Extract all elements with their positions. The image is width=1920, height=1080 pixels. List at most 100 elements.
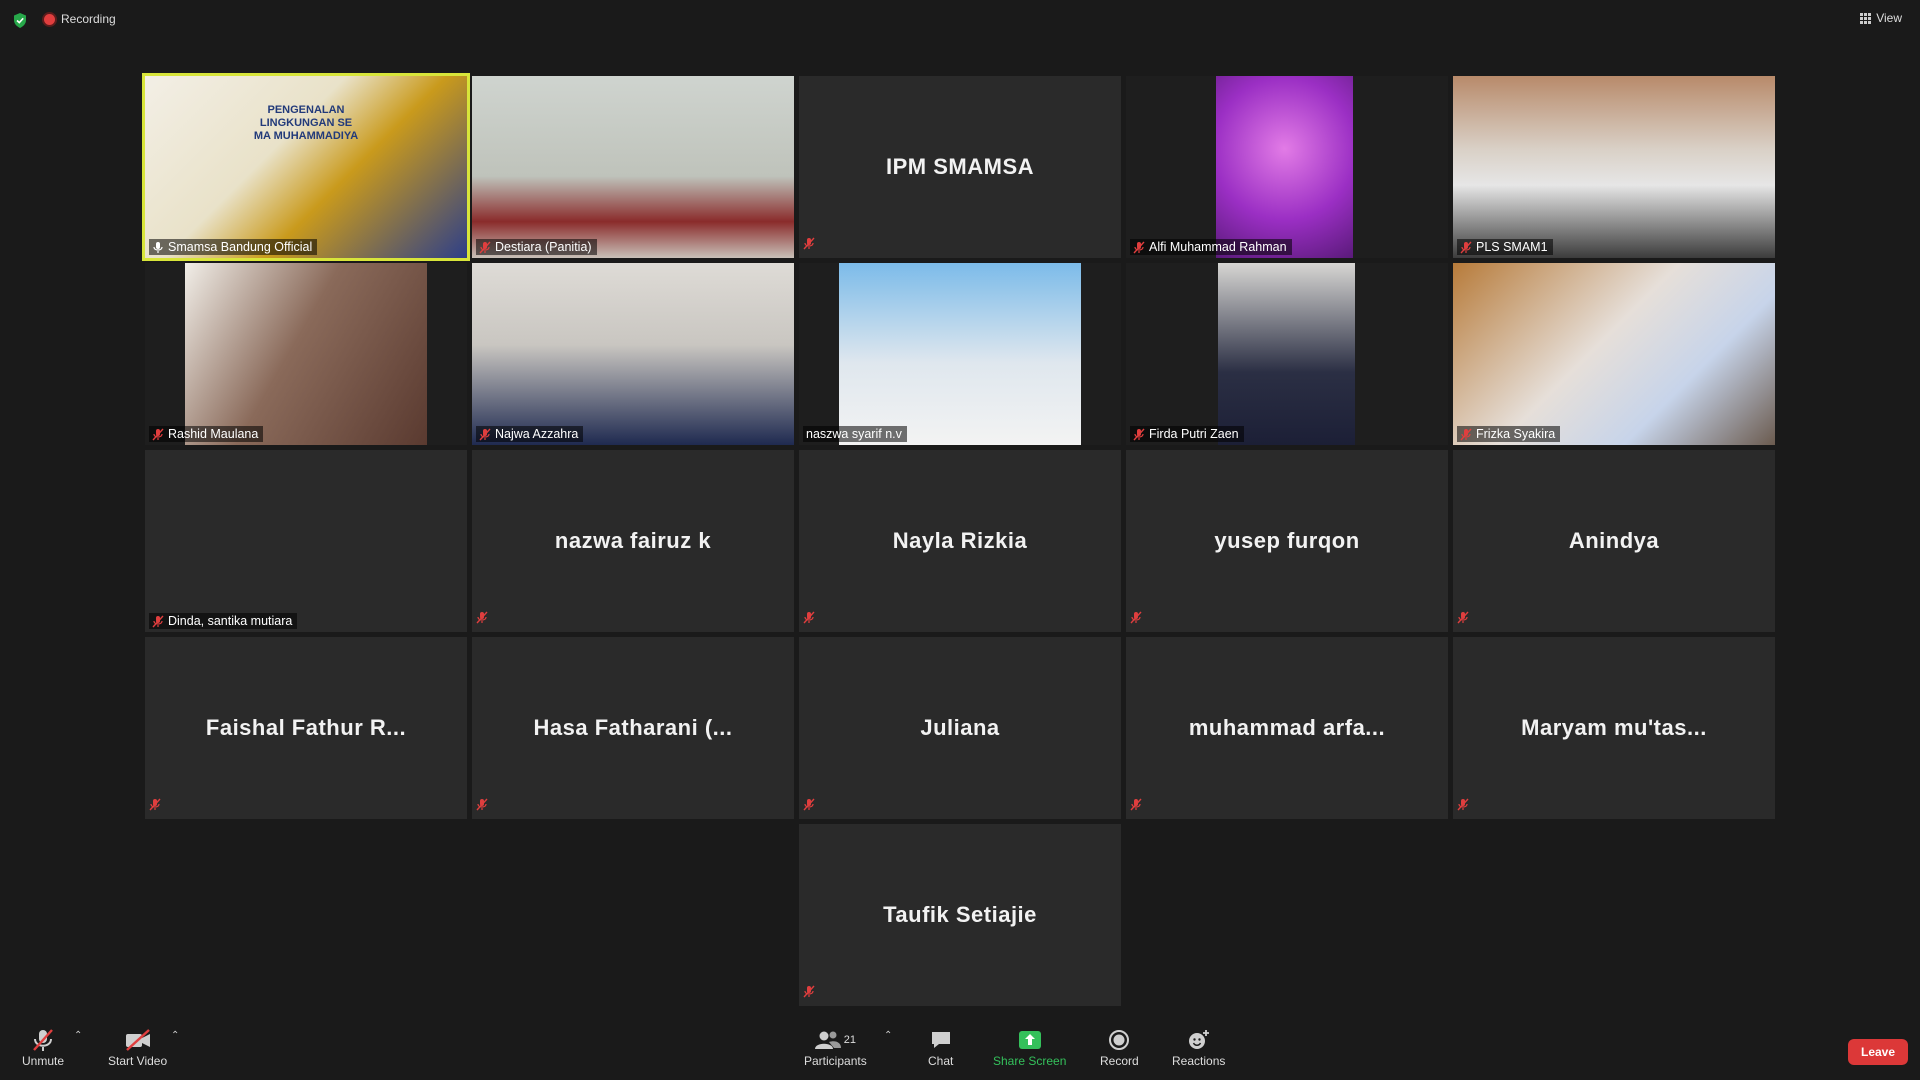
participant-display-name: Taufik Setiajie [883,902,1037,927]
participant-tile[interactable]: naszwa syarif n.v [799,263,1121,445]
mic-muted-icon [479,241,491,253]
participant-display-name: Faishal Fathur R... [205,715,407,740]
reactions-icon [1188,1030,1209,1049]
view-button[interactable]: View [1860,11,1902,25]
participant-video [1126,263,1448,445]
participant-tile[interactable]: Firda Putri Zaen [1126,263,1448,445]
unmute-button[interactable]: Unmute [22,1026,64,1068]
mic-muted-icon [476,798,488,811]
participant-video [1453,263,1775,445]
banner-text: LINGKUNGAN SE [259,117,353,129]
mic-muted-icon [1133,241,1145,253]
participant-tile[interactable]: Taufik Setiajie [799,824,1121,1006]
mic-muted-icon [33,1029,53,1051]
mic-muted-icon [1460,241,1472,253]
participant-tile[interactable]: Hasa Fatharani (... [472,637,794,819]
share-screen-label: Share Screen [993,1054,1067,1068]
participant-tile[interactable]: muhammad arfa... [1126,637,1448,819]
mic-muted-icon [1130,611,1142,624]
participant-name-label: Rashid Maulana [149,426,264,442]
view-grid-icon [1860,12,1872,24]
unmute-label: Unmute [22,1054,65,1068]
participant-name-label: Destiara (Panitia) [476,239,597,255]
banner-text: PENGENALAN [267,104,345,116]
recording-indicator[interactable]: Recording [44,12,116,26]
participants-button[interactable]: 21 Participants [804,1026,867,1068]
video-off-icon [125,1029,150,1051]
participant-tile[interactable]: Najwa Azzahra [472,263,794,445]
gallery-grid: PENGENALAN LINGKUNGAN SE MA MUHAMMADIYA … [142,73,1775,1006]
record-label: Record [1100,1054,1139,1068]
share-screen-button[interactable]: Share Screen [993,1026,1066,1068]
participant-video [1453,76,1775,258]
participant-video [1126,76,1448,258]
participant-name-label: Alfi Muhammad Rahman [1130,239,1292,255]
chat-button[interactable]: Chat [928,1026,953,1068]
meeting-toolbar: Unmute ⌃ Start Video ⌃ 21 Participants ⌃ [0,1020,1920,1080]
chat-icon [931,1032,950,1048]
reactions-label: Reactions [1172,1054,1226,1068]
mic-muted-icon [479,428,491,440]
view-label: View [1876,11,1902,25]
recording-label: Recording [61,12,116,26]
mic-muted-icon [152,428,164,440]
mic-muted-icon [1130,798,1142,811]
participant-tile[interactable]: IPM SMAMSA [799,76,1121,258]
participant-tile[interactable]: Alfi Muhammad Rahman [1126,76,1448,258]
participants-label: Participants [804,1054,867,1068]
participant-video [472,263,794,445]
mic-muted-icon [149,798,161,811]
chat-label: Chat [928,1054,954,1068]
mic-muted-icon [476,611,488,624]
record-button[interactable]: Record [1100,1026,1139,1068]
caret-up-icon[interactable]: ⌃ [74,1030,82,1041]
participant-tile[interactable]: yusep furqon [1126,450,1448,632]
participant-tile[interactable]: Rashid Maulana [145,263,467,445]
participant-video [145,263,467,445]
participant-tile[interactable]: PLS SMAM1 [1453,76,1775,258]
participant-tile[interactable]: Dinda, santika mutiara [145,450,467,632]
participant-tile[interactable]: Nayla Rizkia [799,450,1121,632]
participant-display-name: Juliana [920,715,1000,740]
participant-display-name: Hasa Fatharani (... [533,715,733,740]
participant-display-name: nazwa fairuz k [554,528,712,553]
mic-muted-icon [803,985,815,998]
caret-up-icon[interactable]: ⌃ [171,1030,179,1041]
participant-tile[interactable]: Frizka Syakira [1453,263,1775,445]
participant-name-label: Dinda, santika mutiara [149,613,298,629]
participant-name-label: Smamsa Bandung Official [149,239,318,255]
mic-muted-icon [803,611,815,624]
participant-display-name: Anindya [1568,528,1660,553]
recording-dot-icon [44,13,55,25]
participant-tile[interactable]: Faishal Fathur R... [145,637,467,819]
mic-muted-icon [1457,798,1469,811]
participant-name-label: PLS SMAM1 [1457,239,1553,255]
participant-tile[interactable]: Juliana [799,637,1121,819]
mic-muted-icon [1133,428,1145,440]
participant-display-name: Maryam mu'tas... [1521,715,1707,740]
participant-name-label: Najwa Azzahra [476,426,584,442]
participant-tile[interactable]: nazwa fairuz k [472,450,794,632]
share-screen-icon [1018,1031,1041,1049]
mic-muted-icon [1457,611,1469,624]
participant-tile[interactable]: Destiara (Panitia) [472,76,794,258]
shield-icon [14,13,26,28]
participants-icon [814,1031,841,1049]
participant-display-name: IPM SMAMSA [886,154,1034,179]
participant-display-name: yusep furqon [1214,528,1360,553]
banner-text: MA MUHAMMADIYA [253,130,359,142]
participant-tile[interactable]: Anindya [1453,450,1775,632]
reactions-button[interactable]: Reactions [1172,1026,1225,1068]
participant-video [799,263,1121,445]
participant-name-label: Frizka Syakira [1457,426,1561,442]
participant-tile[interactable]: PENGENALAN LINGKUNGAN SE MA MUHAMMADIYA … [142,73,470,261]
mic-muted-icon [1460,428,1472,440]
start-video-button[interactable]: Start Video [108,1026,167,1068]
participant-tile[interactable]: Maryam mu'tas... [1453,637,1775,819]
mic-muted-icon [803,237,815,250]
leave-button[interactable]: Leave [1848,1039,1908,1065]
caret-up-icon[interactable]: ⌃ [884,1030,892,1041]
record-icon [1109,1030,1130,1050]
participant-display-name: Nayla Rizkia [892,528,1028,553]
mic-muted-icon [152,615,164,627]
